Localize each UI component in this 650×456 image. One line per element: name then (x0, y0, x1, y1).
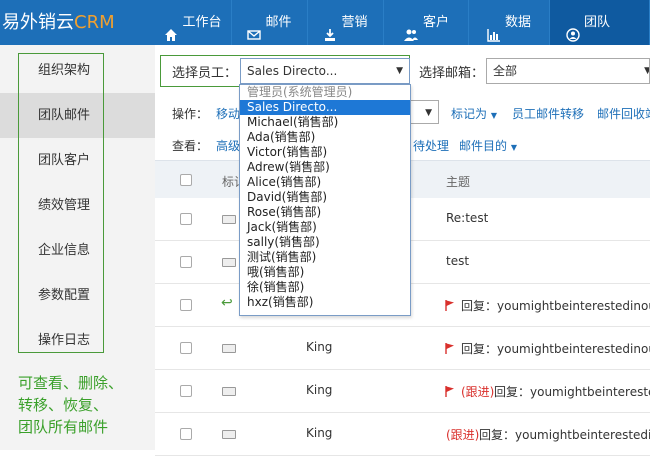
transfer-mail-button[interactable]: 员工邮件转移 (512, 105, 584, 122)
pending-filter-button[interactable]: 待处理 (413, 137, 449, 154)
annotation-line: 团队所有邮件 (18, 418, 109, 436)
customers-icon (403, 16, 419, 41)
sidebar: 组织架构 团队邮件 团队客户 绩效管理 企业信息 参数配置 操作日志 可查看、删… (0, 45, 155, 450)
column-header-subject: 主题 (446, 175, 471, 189)
marketing-icon (323, 16, 337, 41)
dropdown-option[interactable]: Sales Directo... (240, 100, 410, 115)
table-row[interactable]: King (跟进) 回复：youmightbeintereste (155, 370, 650, 413)
chevron-down-icon: ▼ (644, 59, 649, 83)
annotation-line: 转移、恢复、 (18, 396, 109, 414)
nav-label: 工作台 (182, 15, 222, 30)
row-checkbox[interactable] (180, 213, 192, 225)
nav-item-workbench[interactable]: 工作台 (155, 0, 232, 45)
table-row[interactable]: King 回复：youmightbeinterestedinou (155, 327, 650, 370)
nav-label: 客户 (422, 15, 449, 30)
envelope-icon (222, 430, 236, 439)
user-circle-icon (566, 16, 580, 42)
mark-as-label: 标记为 (451, 107, 488, 121)
row-subject[interactable]: Re:test (446, 211, 488, 225)
flag-icon[interactable] (445, 343, 455, 354)
row-checkbox[interactable] (180, 428, 192, 440)
mail-purpose-label: 邮件目的 (459, 139, 508, 153)
chevron-down-icon: ▼ (396, 66, 403, 76)
dropdown-option[interactable]: David(销售部) (240, 190, 410, 205)
nav-label: 团队 (584, 15, 611, 30)
row-subject[interactable]: 回复：youmightbeinterestedin (479, 426, 650, 443)
nav-item-team[interactable]: 团队 (550, 0, 650, 45)
nav-item-customers[interactable]: 客户 (384, 0, 469, 45)
employee-select-value: Sales Directo... (247, 64, 338, 78)
row-checkbox[interactable] (180, 256, 192, 268)
recycle-bin-button[interactable]: 邮件回收站 (597, 105, 650, 122)
caret-down-icon: ▼ (490, 111, 497, 120)
select-all-checkbox[interactable] (180, 174, 192, 186)
dropdown-option[interactable]: 徐(销售部) (240, 280, 410, 295)
chart-icon (487, 16, 501, 42)
advanced-filter-button[interactable]: 高级 (216, 137, 240, 154)
row-sender: King (306, 383, 333, 397)
move-button[interactable]: 移动 (216, 105, 240, 122)
nav-label: 数据 (504, 15, 531, 30)
mailbox-label: 选择邮箱： (419, 66, 485, 81)
row-checkbox[interactable] (180, 342, 192, 354)
mail-purpose-dropdown[interactable]: 邮件目的 ▼ (459, 137, 517, 154)
mark-as-dropdown[interactable]: 标记为 ▼ (451, 105, 497, 122)
dropdown-option[interactable]: Victor(销售部) (240, 145, 410, 160)
highlight-box (18, 53, 104, 353)
caret-down-icon: ▼ (510, 143, 517, 152)
mail-icon (247, 16, 262, 40)
row-sender: King (306, 340, 333, 354)
dropdown-option[interactable]: 测试(销售部) (240, 250, 410, 265)
dropdown-option[interactable]: Michael(销售部) (240, 115, 410, 130)
logo-text: 易外销云 (2, 12, 74, 33)
envelope-icon (222, 387, 236, 396)
employee-label: 选择员工： (172, 66, 238, 81)
operations-label: 操作： (172, 107, 209, 121)
reply-arrow-icon: ↩ (221, 295, 233, 311)
nav-item-data[interactable]: 数据 (469, 0, 550, 45)
home-icon (164, 16, 178, 41)
employee-select[interactable]: Sales Directo... ▼ (240, 58, 410, 84)
dropdown-option[interactable]: 哦(销售部) (240, 265, 410, 280)
employee-dropdown-list: 管理员(系统管理员) Sales Directo... Michael(销售部)… (239, 84, 411, 316)
row-subject[interactable]: 回复：youmightbeinterestedinou (461, 297, 650, 314)
logo-crm-text: CRM (74, 12, 115, 33)
app-logo[interactable]: 易外销云CRM (0, 0, 155, 45)
dropdown-option[interactable]: Rose(销售部) (240, 205, 410, 220)
mailbox-select-value: 全部 (493, 64, 518, 78)
envelope-icon (222, 215, 236, 224)
main-nav: 工作台 邮件 营销 客户 数据 团队 (155, 0, 650, 45)
view-label: 查看： (172, 139, 209, 153)
followup-tag: (跟进) (461, 385, 495, 399)
annotation-line: 可查看、删除、 (18, 374, 124, 392)
dropdown-option[interactable]: Jack(销售部) (240, 220, 410, 235)
nav-label: 邮件 (265, 15, 292, 30)
row-sender: King (306, 426, 333, 440)
flag-icon[interactable] (445, 386, 455, 397)
envelope-icon (222, 344, 236, 353)
dropdown-option[interactable]: sally(销售部) (240, 235, 410, 250)
top-navbar: 易外销云CRM 工作台 邮件 营销 客户 数据 团队 (0, 0, 650, 45)
dropdown-option[interactable]: hxz(销售部) (240, 295, 410, 310)
nav-item-mail[interactable]: 邮件 (232, 0, 308, 45)
dropdown-option[interactable]: Adrew(销售部) (240, 160, 410, 175)
dropdown-option: 管理员(系统管理员) (247, 85, 353, 99)
nav-label: 营销 (341, 15, 368, 30)
annotation-note: 可查看、删除、 转移、恢复、 团队所有邮件 (18, 372, 153, 438)
row-checkbox[interactable] (180, 385, 192, 397)
dropdown-option[interactable]: Alice(销售部) (240, 175, 410, 190)
followup-tag: (跟进) (446, 428, 480, 442)
row-subject[interactable]: 回复：youmightbeinterestedinou (461, 340, 650, 357)
dropdown-option[interactable]: Ada(销售部) (240, 130, 410, 145)
mailbox-select[interactable]: 全部 ▼ (486, 58, 650, 84)
chevron-down-icon: ▼ (425, 108, 432, 118)
envelope-icon (222, 258, 236, 267)
flag-icon[interactable] (445, 300, 455, 311)
row-subject[interactable]: 回复：youmightbeintereste (494, 383, 650, 400)
nav-item-marketing[interactable]: 营销 (308, 0, 384, 45)
row-checkbox[interactable] (180, 299, 192, 311)
row-subject[interactable]: test (446, 254, 469, 268)
